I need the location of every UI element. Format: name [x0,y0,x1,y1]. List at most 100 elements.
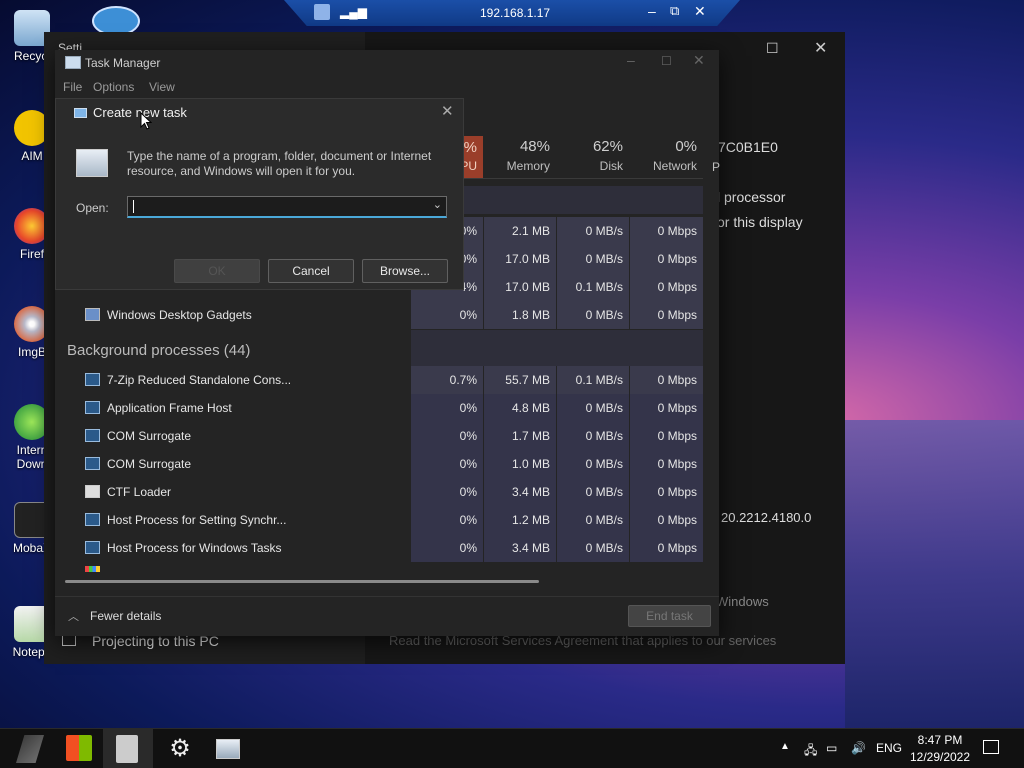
memory-cell: 55.7 MB [484,366,556,394]
process-name: 7-Zip Reduced Standalone Cons... [107,373,292,387]
display-tray-icon[interactable]: ▭ [826,741,837,755]
open-input[interactable] [128,197,424,216]
notification-icon[interactable] [983,740,999,754]
settings-maximize-icon[interactable]: ☐ [766,40,779,57]
end-task-button[interactable]: End task [628,605,711,627]
table-row[interactable]: Host Process for Setting Synchr... 0% 1.… [55,506,703,534]
settings-gear-icon[interactable]: ⚙ [166,735,194,763]
settings-close-icon[interactable]: ✕ [814,38,827,58]
menu-view[interactable]: View [149,80,175,94]
tm-close-icon[interactable]: ✕ [693,52,705,69]
cpu-cell: 0.7% [411,366,483,394]
tm-minimize-icon[interactable]: – [627,52,635,68]
disk-cell: 0 MB/s [557,534,629,562]
wallpaper-reflection [845,420,1024,730]
network-percent: 0% [675,138,697,155]
process-name: CTF Loader [107,485,172,499]
memory-cell: 1.8 MB [484,301,556,329]
network-cell: 0 Mbps [630,301,703,329]
start-button-icon[interactable] [16,735,44,763]
language-indicator[interactable]: ENG [876,741,902,755]
create-new-task-dialog[interactable]: Create new task ✕ Type the name of a pro… [55,98,464,290]
network-cell: 0 Mbps [630,506,703,534]
taskbar[interactable]: ⚙ ▲ 🖧 ▭ 🔊 ENG 8:47 PM 12/29/2022 [0,728,1024,768]
dialog-close-icon[interactable]: ✕ [441,102,454,120]
memory-column-header[interactable]: 48% Memory [484,138,550,173]
disk-cell: 0 MB/s [557,245,629,273]
open-combobox[interactable]: ⌄ [127,196,447,218]
task-manager-title: Task Manager [85,56,161,70]
network-cell: 0 Mbps [630,394,703,422]
menu-file[interactable]: File [63,80,82,94]
process-icon [85,513,100,526]
windows-link[interactable]: Windows [716,594,769,609]
background-processes-header[interactable]: Background processes (44) [67,342,250,359]
cpu-cell: 0% [411,422,483,450]
open-label: Open: [76,201,109,215]
network-cell: 0 Mbps [630,422,703,450]
table-row-gadgets[interactable]: Windows Desktop Gadgets 0% 1.8 MB 0 MB/s… [55,301,703,329]
remote-connection-bar[interactable]: ▂▄▆ 192.168.1.17 – ⧉ ✕ [284,0,740,26]
close-icon[interactable]: ✕ [694,3,706,20]
power-label: P [712,160,721,174]
tray-overflow-icon[interactable]: ▲ [780,741,790,752]
run-program-icon [76,149,108,177]
network-tray-icon[interactable]: 🖧 [804,741,817,762]
disk-cell: 0 MB/s [557,217,629,245]
memory-cell: 3.4 MB [484,478,556,506]
table-row[interactable]: Host Process for Windows Tasks 0% 3.4 MB… [55,534,703,562]
restore-icon[interactable]: ⧉ [670,3,679,19]
time-text: 8:47 PM [917,733,963,747]
ok-button[interactable]: OK [174,259,260,283]
processor-text: l processor [717,189,786,205]
chevron-up-icon[interactable]: ︿ [68,608,79,624]
menu-options[interactable]: Options [93,80,134,94]
memory-cell: 1.0 MB [484,450,556,478]
notepad-taskbar-icon[interactable] [116,735,138,763]
network-column-header[interactable]: 0% Network [630,138,697,173]
disk-column-header[interactable]: 62% Disk [557,138,623,173]
process-icon [85,373,100,386]
memory-cell: 4.8 MB [484,394,556,422]
memory-cell: 17.0 MB [484,273,556,301]
tm-maximize-icon[interactable]: ☐ [661,54,672,68]
date-text: 12/29/2022 [909,750,971,764]
table-row[interactable]: COM Surrogate 0% 1.7 MB 0 MB/s 0 Mbps [55,422,703,450]
remote-address: 192.168.1.17 [480,6,551,20]
microsoft-icon [85,566,100,572]
network-cell: 0 Mbps [630,450,703,478]
table-row[interactable]: CTF Loader 0% 3.4 MB 0 MB/s 0 Mbps [55,478,703,506]
horizontal-scrollbar[interactable] [65,580,539,583]
network-cell: 0 Mbps [630,217,703,245]
browse-button[interactable]: Browse... [362,259,448,283]
text-cursor [133,200,134,213]
disk-percent: 62% [592,138,623,155]
network-cell: 0 Mbps [630,478,703,506]
task-manager-icon [65,56,81,69]
pin-icon[interactable] [314,4,330,20]
version-text: 20.2212.4180.0 [721,510,812,525]
process-name: Application Frame Host [107,401,232,415]
cpu-cell: 0% [411,506,483,534]
store-icon[interactable] [66,735,92,761]
group-header-band [411,330,703,366]
clock[interactable]: 8:47 PM 12/29/2022 [906,733,974,764]
table-row[interactable]: 7-Zip Reduced Standalone Cons... 0.7% 55… [55,366,703,394]
desktop-icon-label: Firef [20,247,44,261]
network-cell: 0 Mbps [630,534,703,562]
disk-cell: 0.1 MB/s [557,273,629,301]
disk-cell: 0 MB/s [557,478,629,506]
chevron-down-icon[interactable]: ⌄ [433,198,442,211]
disk-label: Disk [599,159,623,173]
cancel-button[interactable]: Cancel [268,259,354,283]
task-manager-taskbar-icon[interactable] [216,739,240,759]
table-row[interactable]: COM Surrogate 0% 1.0 MB 0 MB/s 0 Mbps [55,450,703,478]
table-row[interactable]: Application Frame Host 0% 4.8 MB 0 MB/s … [55,394,703,422]
dialog-description: Type the name of a program, folder, docu… [127,149,432,178]
minimize-icon[interactable]: – [648,3,656,19]
process-icon [85,429,100,442]
desktop-icon-label: ImgB [17,345,46,359]
desktop-icon-label: Intern Down [16,443,48,471]
volume-icon[interactable]: 🔊 [851,741,866,755]
fewer-details-button[interactable]: Fewer details [90,609,161,623]
